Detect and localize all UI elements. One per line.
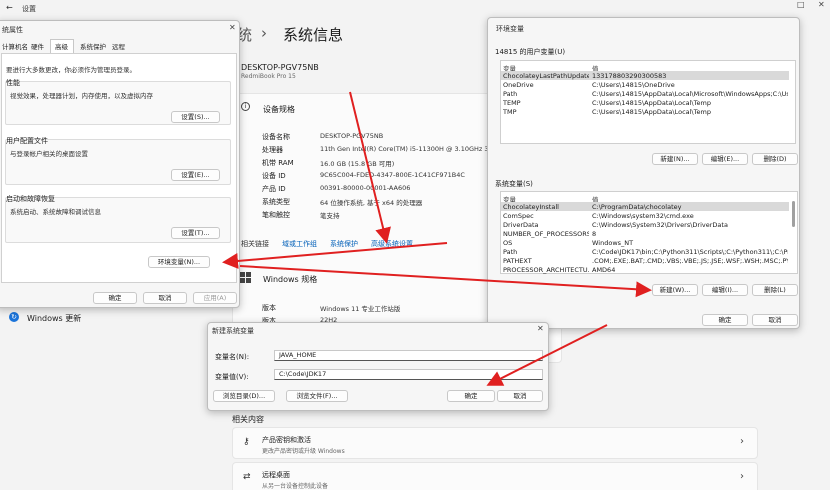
arrow-to-new-var-ok xyxy=(486,324,608,386)
arrow-to-system-new xyxy=(239,265,652,298)
arrow-to-advanced-settings xyxy=(349,91,391,244)
arrow-to-env-button xyxy=(222,242,448,269)
annotation-arrows xyxy=(222,91,652,386)
